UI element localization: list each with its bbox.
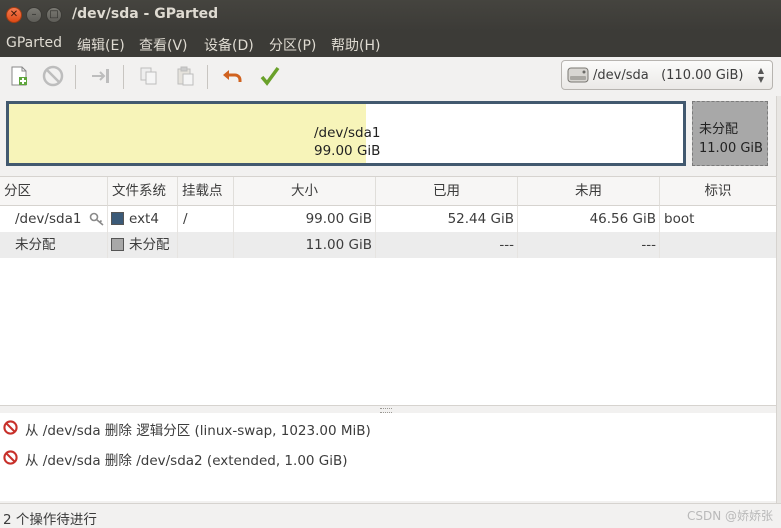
operation-text: 从 /dev/sda 删除 逻辑分区 (linux-swap, 1023.00 … (25, 423, 371, 439)
partition-table: 分区 文件系统 挂载点 大小 已用 未用 标识 /dev/sda1 ext4 /… (0, 177, 776, 405)
undo-button[interactable] (222, 65, 244, 87)
toolbar-separator (75, 65, 76, 89)
cell-mountpoint (183, 232, 233, 258)
column-header-flags[interactable]: 标识 (660, 177, 776, 206)
hard-disk-icon (567, 67, 589, 83)
filesystem-color-swatch (111, 238, 124, 251)
disk-map-partition-name: /dev/sda1 (314, 125, 381, 141)
disk-map-unallocated-name: 未分配 (699, 122, 739, 137)
status-bar: 2 个操作待进行 CSDN @娇娇张 (0, 503, 781, 528)
device-selector-value: /dev/sda (110.00 GiB) (593, 68, 744, 83)
column-header-partition[interactable]: 分区 (0, 177, 108, 206)
watermark: CSDN @娇娇张 (686, 509, 773, 523)
disk-map-partition-size: 99.00 GiB (314, 143, 381, 159)
cell-filesystem-text: 未分配 (129, 237, 170, 253)
cell-size: 99.00 GiB (305, 211, 372, 227)
cell-flags: boot (664, 211, 695, 227)
column-header-size[interactable]: 大小 (234, 177, 376, 206)
menu-edit[interactable]: 编辑(E) (77, 35, 125, 55)
disk-map: /dev/sda1 99.00 GiB 未分配 11.00 GiB (0, 96, 781, 177)
title-bar: ✕ – □ /dev/sda - GParted (0, 0, 781, 31)
resize-move-icon (92, 69, 109, 83)
maximize-window-button[interactable]: □ (46, 7, 62, 23)
menu-bar: GParted 编辑(E) 查看(V) 设备(D) 分区(P) 帮助(H) (0, 31, 781, 57)
menu-help[interactable]: 帮助(H) (331, 35, 380, 55)
filesystem-color-swatch (111, 212, 124, 225)
column-header-filesystem[interactable]: 文件系统 (108, 177, 178, 206)
apply-icon (260, 66, 280, 86)
column-divider (659, 206, 660, 232)
device-selector[interactable]: /dev/sda (110.00 GiB) ▲ ▼ (561, 60, 773, 90)
apply-button[interactable] (259, 65, 281, 87)
resize-move-button[interactable] (90, 65, 112, 87)
toolbar-separator (123, 65, 124, 89)
cell-flags (664, 232, 774, 258)
list-item[interactable]: 从 /dev/sda 删除 /dev/sda2 (extended, 1.00 … (0, 443, 776, 473)
cell-filesystem-text: ext4 (129, 211, 159, 227)
used-space-bar (9, 104, 367, 163)
disk-map-unallocated-size: 11.00 GiB (699, 141, 763, 156)
cell-unused: 46.56 GiB (589, 211, 656, 227)
disk-map-unallocated-label: 未分配 11.00 GiB (699, 120, 763, 158)
new-partition-icon (11, 66, 27, 86)
key-icon (89, 212, 104, 226)
cell-filesystem: 未分配 (111, 232, 177, 258)
cell-partition: /dev/sda1 (15, 211, 82, 227)
column-divider (177, 232, 178, 258)
column-header-mountpoint[interactable]: 挂载点 (178, 177, 234, 206)
cell-mountpoint: / (183, 211, 188, 227)
menu-device[interactable]: 设备(D) (204, 35, 254, 55)
cell-used: 52.44 GiB (447, 211, 514, 227)
list-item[interactable]: 从 /dev/sda 删除 逻辑分区 (linux-swap, 1023.00 … (0, 413, 776, 443)
window-title: /dev/sda - GParted (72, 6, 219, 22)
column-header-unused[interactable]: 未用 (518, 177, 660, 206)
delete-icon (3, 420, 18, 435)
close-window-button[interactable]: ✕ (6, 7, 22, 23)
copy-button[interactable] (138, 65, 160, 87)
paste-button[interactable] (174, 65, 196, 87)
cell-size: 11.00 GiB (305, 237, 372, 253)
pending-operations-list: 从 /dev/sda 删除 逻辑分区 (linux-swap, 1023.00 … (0, 413, 776, 501)
window-edge (776, 96, 781, 503)
delete-icon (3, 450, 18, 465)
cell-filesystem: ext4 (111, 206, 177, 232)
chevron-updown-icon: ▲ ▼ (757, 66, 764, 84)
copy-icon (140, 67, 157, 85)
minimize-icon: – (31, 9, 37, 20)
status-text: 2 个操作待进行 (3, 512, 97, 528)
delete-icon (42, 65, 64, 87)
undo-icon (223, 70, 242, 82)
operation-text: 从 /dev/sda 删除 /dev/sda2 (extended, 1.00 … (25, 453, 348, 469)
table-row[interactable]: /dev/sda1 ext4 / 99.00 GiB 52.44 GiB 46.… (0, 206, 776, 232)
disk-map-partition-label: /dev/sda1 99.00 GiB (314, 124, 380, 160)
menu-gparted[interactable]: GParted (6, 35, 62, 51)
delete-button[interactable] (42, 65, 64, 87)
toolbar-separator (207, 65, 208, 89)
column-divider (107, 206, 108, 232)
menu-view[interactable]: 查看(V) (139, 35, 188, 55)
paste-icon (177, 66, 194, 86)
menu-partition[interactable]: 分区(P) (269, 35, 316, 55)
cell-used: --- (499, 237, 514, 253)
column-divider (177, 206, 178, 232)
table-row[interactable]: 未分配 未分配 11.00 GiB --- --- (0, 232, 776, 258)
minimize-window-button[interactable]: – (26, 7, 42, 23)
cell-partition: 未分配 (15, 237, 56, 253)
column-divider (107, 232, 108, 258)
new-partition-button[interactable] (8, 65, 30, 87)
column-header-used[interactable]: 已用 (376, 177, 518, 206)
cell-unused: --- (641, 237, 656, 253)
maximize-icon: □ (49, 9, 59, 20)
disk-map-unallocated[interactable]: 未分配 11.00 GiB (692, 101, 768, 166)
disk-map-partition-sda1[interactable]: /dev/sda1 99.00 GiB (6, 101, 686, 166)
column-divider (659, 232, 660, 258)
close-icon: ✕ (9, 9, 19, 20)
